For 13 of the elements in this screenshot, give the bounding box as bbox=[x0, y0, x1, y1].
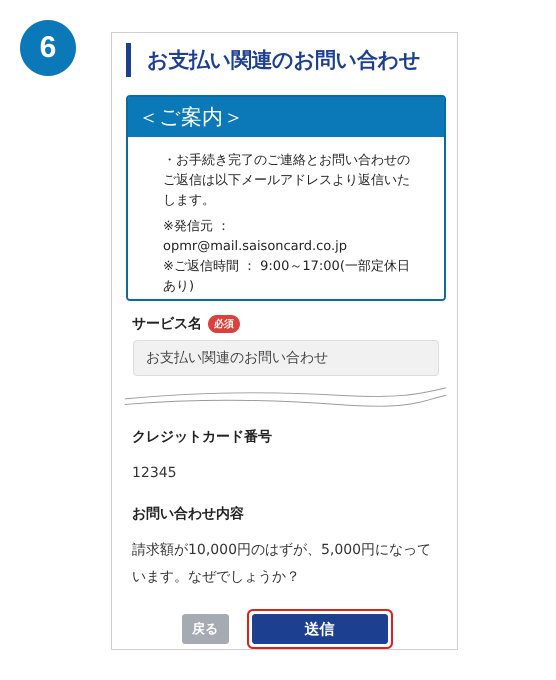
field-value: 請求額が10,000円のはずが、5,000円になっています。なぜでしょうか？ bbox=[132, 541, 432, 587]
field-label: クレジットカード番号 bbox=[132, 428, 273, 446]
service-name-field[interactable]: お支払い関連のお問い合わせ bbox=[133, 340, 439, 376]
step-number-badge: 6 bbox=[20, 20, 76, 76]
submit-button[interactable]: 送信 bbox=[252, 614, 388, 644]
required-badge: 必須 bbox=[208, 314, 240, 333]
field-label: サービス名 bbox=[132, 314, 202, 333]
notice-text: ※発信元 ： opmr@mail.saisoncard.co.jp ※ご返信時間 ： 9:00～17:00(一部定休日あり) bbox=[163, 218, 411, 296]
page-title: お支払い関連のお問い合わせ bbox=[126, 43, 457, 77]
field-value: 12345 bbox=[132, 464, 178, 483]
notice-text: ・お手続き完了のご連絡とお問い合わせのご返信は以下メールアドレスより返信いたします。 bbox=[163, 152, 411, 210]
notice-heading: ＜ご案内＞ bbox=[128, 97, 444, 137]
field-label: お問い合わせ内容 bbox=[132, 505, 245, 523]
